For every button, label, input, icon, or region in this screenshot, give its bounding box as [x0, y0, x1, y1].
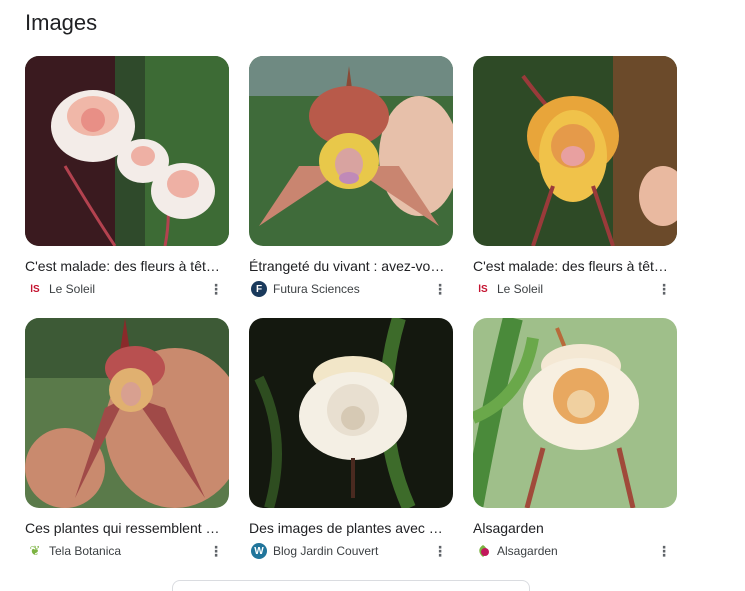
source-name: Alsagarden	[497, 544, 558, 558]
image-source[interactable]: lS Le Soleil ⋮	[473, 280, 679, 298]
alsagarden-favicon-icon	[475, 543, 491, 559]
more-vert-icon[interactable]: ⋮	[657, 280, 671, 298]
more-vert-icon[interactable]: ⋮	[657, 542, 671, 560]
image-thumbnail[interactable]	[473, 318, 677, 508]
image-card[interactable]: C'est malade: des fleurs à têt… lS Le So…	[473, 56, 679, 298]
image-source[interactable]: ❦ Tela Botanica ⋮	[25, 542, 231, 560]
image-caption[interactable]: Étrangeté du vivant : avez-vo…	[249, 258, 447, 274]
section-title: Images	[25, 10, 98, 35]
image-card[interactable]: Étrangeté du vivant : avez-vo… F Futura …	[249, 56, 455, 298]
source-name: Blog Jardin Couvert	[273, 544, 379, 558]
image-thumbnail[interactable]	[249, 56, 453, 246]
image-thumbnail[interactable]	[473, 56, 677, 246]
image-thumbnail[interactable]	[25, 318, 229, 508]
image-source[interactable]: lS Le Soleil ⋮	[25, 280, 231, 298]
image-caption[interactable]: Des images de plantes avec …	[249, 520, 447, 536]
image-card[interactable]: Des images de plantes avec … W Blog Jard…	[249, 318, 455, 560]
image-card[interactable]: Alsagarden Alsagarden ⋮	[473, 318, 679, 560]
ls-favicon-icon: lS	[478, 283, 488, 295]
source-name: Tela Botanica	[49, 544, 122, 558]
image-caption[interactable]: C'est malade: des fleurs à têt…	[25, 258, 223, 274]
image-caption[interactable]: Alsagarden	[473, 520, 671, 536]
image-thumbnail[interactable]	[249, 318, 453, 508]
image-thumbnail[interactable]	[25, 56, 229, 246]
leaf-favicon-icon: ❦	[29, 543, 41, 558]
image-source[interactable]: F Futura Sciences ⋮	[249, 280, 455, 298]
image-card[interactable]: Ces plantes qui ressemblent … ❦ Tela Bot…	[25, 318, 231, 560]
wordpress-favicon-icon: W	[251, 543, 267, 559]
show-more-bar[interactable]	[172, 580, 530, 591]
futura-favicon-icon: F	[251, 281, 267, 297]
image-card[interactable]: C'est malade: des fleurs à têt… lS Le So…	[25, 56, 231, 298]
more-vert-icon[interactable]: ⋮	[209, 280, 223, 298]
source-name: Le Soleil	[49, 282, 96, 296]
image-source[interactable]: Alsagarden ⋮	[473, 542, 679, 560]
image-source[interactable]: W Blog Jardin Couvert ⋮	[249, 542, 455, 560]
more-vert-icon[interactable]: ⋮	[433, 542, 447, 560]
more-vert-icon[interactable]: ⋮	[433, 280, 447, 298]
ls-favicon-icon: lS	[30, 283, 40, 295]
source-name: Le Soleil	[497, 282, 544, 296]
image-caption[interactable]: Ces plantes qui ressemblent …	[25, 520, 223, 536]
image-caption[interactable]: C'est malade: des fleurs à têt…	[473, 258, 671, 274]
source-name: Futura Sciences	[273, 282, 360, 296]
more-vert-icon[interactable]: ⋮	[209, 542, 223, 560]
